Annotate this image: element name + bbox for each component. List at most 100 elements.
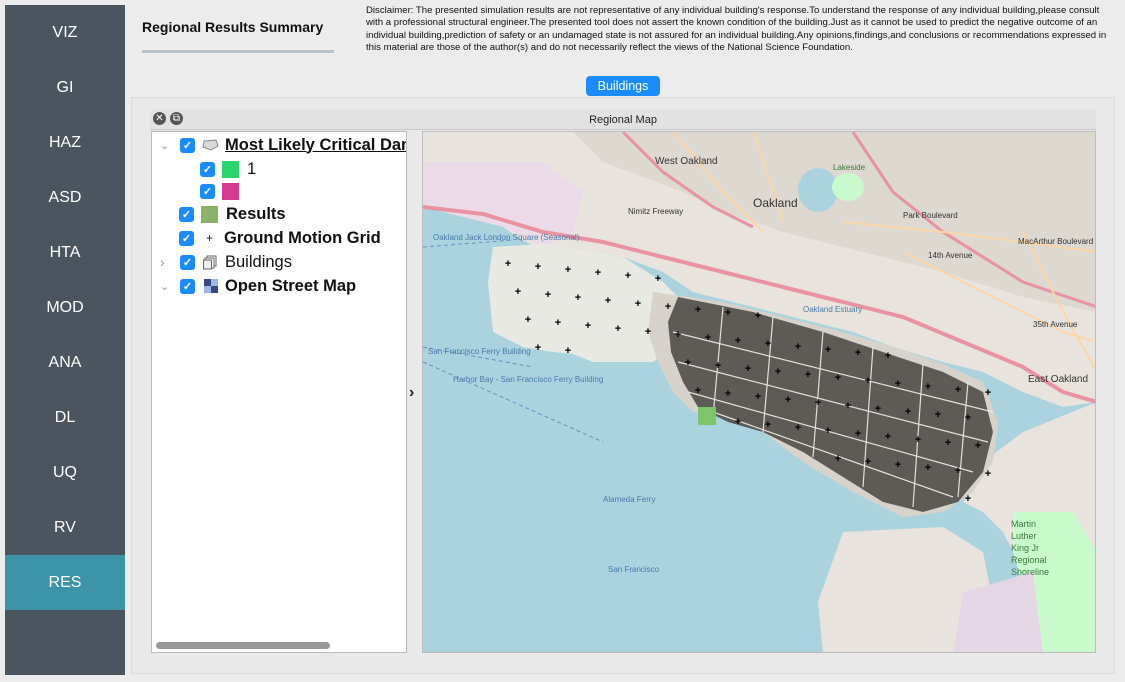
sidebar: VIZ GI HAZ ASD HTA MOD ANA DL UQ RV RES xyxy=(5,5,125,675)
label-lakeside-park: Lakeside xyxy=(833,163,866,172)
grid-marker: + xyxy=(825,425,831,437)
layer-row-results[interactable]: ✓ Results xyxy=(179,203,286,225)
grid-marker: + xyxy=(985,468,991,480)
sidebar-item-uq[interactable]: UQ xyxy=(5,445,125,500)
expand-chevron-icon[interactable]: ⌄ xyxy=(160,139,170,152)
layer-label: Most Likely Critical Damage State xyxy=(225,135,406,154)
grid-marker: + xyxy=(775,366,781,378)
layer-row-open-street-map[interactable]: ⌄ ✓ Open Street Map xyxy=(160,275,356,297)
grid-marker: + xyxy=(725,307,731,319)
layer-checkbox[interactable]: ✓ xyxy=(179,206,194,222)
grid-marker: + xyxy=(865,375,871,387)
grid-marker: + xyxy=(575,292,581,304)
raster-layer-icon xyxy=(202,279,219,293)
label-oakland-estuary: Oakland Estuary xyxy=(803,305,862,314)
grid-marker: + xyxy=(745,363,751,375)
label-mlk-shoreline-3: King Jr xyxy=(1011,543,1039,553)
sidebar-item-rv[interactable]: RV xyxy=(5,500,125,555)
grid-marker: + xyxy=(515,286,521,298)
sidebar-item-res[interactable]: RES xyxy=(5,555,125,610)
collapse-chevron-icon[interactable]: › xyxy=(160,254,170,270)
sidebar-item-mod[interactable]: MOD xyxy=(5,280,125,335)
grid-marker: + xyxy=(615,323,621,335)
layer-checkbox[interactable]: ✓ xyxy=(200,183,215,199)
label-14th-avenue: 14th Avenue xyxy=(928,251,973,260)
grid-marker: + xyxy=(695,385,701,397)
label-alameda-ferry: Alameda Ferry xyxy=(603,495,655,504)
grid-marker: + xyxy=(705,332,711,344)
label-mlk-shoreline: Martin xyxy=(1011,519,1036,529)
grid-marker: + xyxy=(885,431,891,443)
grid-marker: + xyxy=(535,342,541,354)
splitter-arrow-icon[interactable]: › xyxy=(409,384,414,402)
layer-label: Open Street Map xyxy=(225,276,357,295)
layer-tree-scrollbar[interactable] xyxy=(156,642,330,649)
layer-checkbox[interactable]: ✓ xyxy=(200,161,215,177)
sidebar-item-haz[interactable]: HAZ xyxy=(5,115,125,170)
grid-marker: + xyxy=(675,329,681,341)
layer-label: Results xyxy=(226,204,286,223)
dock-title: Regional Map xyxy=(589,114,657,126)
sidebar-item-gi[interactable]: GI xyxy=(5,60,125,115)
legend-row-class-2[interactable]: ✓ xyxy=(200,180,247,202)
label-west-oakland: West Oakland xyxy=(655,156,718,167)
grid-marker: + xyxy=(835,453,841,465)
grid-marker: + xyxy=(965,412,971,424)
expand-chevron-icon[interactable]: ⌄ xyxy=(160,280,170,293)
layer-checkbox[interactable]: ✓ xyxy=(179,230,194,246)
sidebar-item-hta[interactable]: HTA xyxy=(5,225,125,280)
label-sf-ferry-2: Harbor Bay - San Francisco Ferry Buildin… xyxy=(453,375,603,384)
layer-row-ground-motion-grid[interactable]: ✓ + Ground Motion Grid xyxy=(179,227,381,249)
layer-checkbox[interactable]: ✓ xyxy=(180,137,195,153)
title-underline xyxy=(142,50,334,53)
grid-marker: + xyxy=(955,465,961,477)
grid-marker: + xyxy=(655,273,661,285)
grid-marker: + xyxy=(755,310,761,322)
legend-label: 1 xyxy=(247,159,257,178)
sidebar-item-dl[interactable]: DL xyxy=(5,390,125,445)
grid-marker: + xyxy=(765,419,771,431)
label-oakland: Oakland xyxy=(753,196,798,210)
grid-marker: + xyxy=(965,493,971,505)
grid-marker: + xyxy=(935,409,941,421)
tab-buildings[interactable]: Buildings xyxy=(586,76,660,96)
label-sf-ferry-1: San Francisco Ferry Building xyxy=(428,347,531,356)
legend-row-class-1[interactable]: ✓ 1 xyxy=(200,158,256,180)
lake-merritt xyxy=(798,168,838,212)
grid-marker: + xyxy=(895,459,901,471)
sidebar-item-viz[interactable]: VIZ xyxy=(5,5,125,60)
grid-marker: + xyxy=(925,462,931,474)
label-mlk-shoreline-5: Shoreline xyxy=(1011,567,1049,577)
legend-swatch xyxy=(222,160,239,178)
grid-marker: + xyxy=(925,381,931,393)
grid-marker: + xyxy=(805,369,811,381)
dock-title-bar: ✕ ⧉ Regional Map xyxy=(150,110,1096,130)
map-canvas[interactable]: + + + + + + + + + + + + + + + + + + + + + + + + + + + + + + + + + + + + + + + +… xyxy=(422,131,1096,653)
grid-marker: + xyxy=(955,384,961,396)
grid-marker: + xyxy=(525,314,531,326)
layer-row-damage-state[interactable]: ⌄ ✓ Most Likely Critical Damage State xyxy=(160,134,406,156)
sidebar-item-asd[interactable]: ASD xyxy=(5,170,125,225)
label-nimitz: Nimitz Freeway xyxy=(628,207,683,216)
polygon-layer-icon xyxy=(202,139,219,151)
layer-row-buildings[interactable]: › ✓ Buildings xyxy=(160,251,292,273)
sidebar-item-ana[interactable]: ANA xyxy=(5,335,125,390)
label-35th-avenue: 35th Avenue xyxy=(1033,320,1078,329)
grid-marker: + xyxy=(555,317,561,329)
grid-marker: + xyxy=(735,416,741,428)
grid-marker: + xyxy=(725,388,731,400)
grid-marker: + xyxy=(605,295,611,307)
lakeside-park xyxy=(832,173,864,201)
grid-marker: + xyxy=(635,298,641,310)
label-san-francisco: San Francisco xyxy=(608,565,660,574)
grid-marker: + xyxy=(825,344,831,356)
grid-marker: + xyxy=(835,372,841,384)
grid-marker: + xyxy=(665,301,671,313)
page-title: Regional Results Summary xyxy=(142,19,324,35)
grid-marker: + xyxy=(975,440,981,452)
grid-marker: + xyxy=(545,289,551,301)
layer-checkbox[interactable]: ✓ xyxy=(180,278,195,294)
grid-marker: + xyxy=(815,397,821,409)
layer-checkbox[interactable]: ✓ xyxy=(180,254,195,270)
results-layer-swatch xyxy=(201,205,218,223)
